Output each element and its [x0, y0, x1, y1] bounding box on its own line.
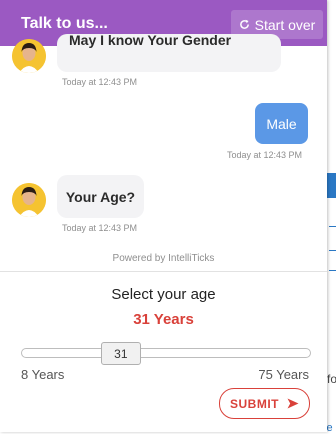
- user-message: Male: [255, 103, 308, 144]
- bot-message: May I know Your Gender: [57, 32, 281, 72]
- message-text: Male: [266, 115, 297, 132]
- max-age-label: 75 Years: [258, 367, 309, 382]
- chat-widget: Talk to us... Start over May I know Your…: [0, 0, 327, 432]
- message-time: Today at 12:43 PM: [227, 150, 303, 160]
- message-text: Your Age?: [65, 188, 136, 205]
- background-link[interactable]: [329, 232, 336, 251]
- message-text: May I know Your Gender: [69, 32, 232, 48]
- submit-button[interactable]: SUBMIT: [219, 388, 310, 419]
- background-link[interactable]: [329, 252, 336, 271]
- start-over-label: Start over: [254, 16, 316, 33]
- message-list: May I know Your Gender Today at 12:43 PM…: [0, 32, 327, 272]
- message-time: Today at 12:43 PM: [62, 223, 138, 233]
- age-slider-track[interactable]: [21, 348, 311, 358]
- chat-title: Talk to us...: [21, 15, 108, 32]
- bot-message: Your Age?: [57, 175, 144, 218]
- background-link[interactable]: [329, 208, 336, 227]
- agent-avatar: [12, 183, 46, 217]
- message-time: Today at 12:43 PM: [62, 77, 138, 87]
- age-slider-handle[interactable]: 31: [100, 342, 141, 365]
- age-picker-title: Select your age: [111, 286, 216, 303]
- background-text: fo: [327, 372, 336, 386]
- submit-label: SUBMIT: [230, 396, 279, 411]
- powered-by: Powered by IntelliTicks: [112, 253, 215, 264]
- age-picker: Select your age 31 Years 31 8 Years 75 Y…: [0, 271, 327, 432]
- agent-avatar: [12, 39, 46, 73]
- selected-age: 31 Years: [133, 311, 194, 328]
- send-icon: [287, 398, 299, 409]
- min-age-label: 8 Years: [21, 367, 65, 382]
- refresh-icon: [239, 19, 250, 30]
- background-button[interactable]: [327, 173, 336, 198]
